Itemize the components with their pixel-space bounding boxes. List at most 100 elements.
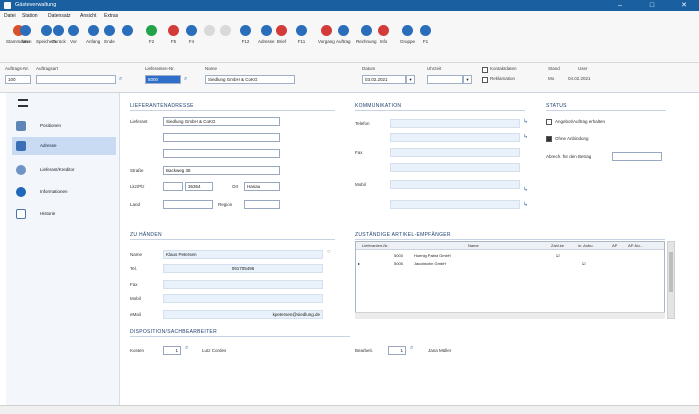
menu-datei[interactable]: Datei [4,13,16,19]
abrech-input[interactable] [612,152,662,161]
kommunikation-heading: KOMMUNIKATION [355,103,525,111]
toolbar-button[interactable]: F2 [146,25,157,53]
toolbar-button[interactable]: Anfang [86,25,100,53]
phone-icon[interactable]: ↳ [523,201,528,208]
search-icon[interactable]: ⌕ [410,345,413,352]
cell-zahl-check-icon[interactable]: ☑ [556,253,560,258]
phone-icon[interactable]: ↳ [523,118,528,125]
status-heading: STATUS [546,103,666,111]
toolbar-button[interactable] [220,25,231,53]
scroll-thumb[interactable] [669,252,673,292]
sidebar-item-adresse[interactable]: Adresse [12,137,116,155]
toolbar-button[interactable]: Vor [68,25,79,53]
sidebar-item-label: Positionen [40,123,62,128]
maximize-button[interactable]: □ [645,1,659,10]
phone-icon[interactable]: ↳ [523,186,528,193]
menu-datensatz[interactable]: Datensatz [48,13,71,19]
address-line2-input[interactable] [163,133,280,142]
toolbar-button[interactable]: Zurück [52,25,66,53]
toolbar-button[interactable]: F11 [296,25,307,53]
telefon-input[interactable] [390,119,520,128]
menu-station[interactable]: Station [22,13,38,19]
toolbar-button[interactable]: Rechnung [356,25,377,53]
search-icon[interactable]: ⌕ [185,345,188,352]
telefon2-input[interactable] [390,133,520,142]
sidebar-item-positionen[interactable]: Positionen [12,117,116,135]
toolbar-button[interactable]: Neu [20,25,31,53]
zh-tel-input[interactable]: 091705496 [163,264,323,273]
toolbar-button[interactable]: F5 [168,25,179,53]
toolbar-button[interactable]: Gruppe [400,25,415,53]
search-icon[interactable]: ⌕ [119,76,122,83]
uhrzeit-input[interactable] [427,75,463,84]
bearb-input[interactable]: 1 [388,346,406,355]
mobil2-input[interactable] [390,200,520,209]
col-zahl[interactable]: Zahl.ke [551,243,564,248]
ohne-anbindung-checkbox[interactable] [546,136,552,142]
kontakt-checkbox[interactable] [482,67,488,73]
horizontal-scrollbar[interactable] [355,312,665,319]
toolbar-button[interactable]: F4 [186,25,197,53]
lieferant-input[interactable]: Siedlung GmbH & CoKG [163,117,280,126]
toolbar-button[interactable]: Auftrag [336,25,351,53]
search-icon[interactable]: ⌕ [184,76,187,83]
phone-icon[interactable]: ↳ [523,133,528,140]
reklamation-checkbox[interactable] [482,77,488,83]
zh-tel-label: Tel. [130,266,138,271]
toolbar-button[interactable]: F1 [420,25,431,53]
toolbar-button[interactable] [204,25,215,53]
cell-nr: 5005 [394,261,403,266]
zh-email-input[interactable]: kpetersen@siedlung.de [163,310,323,319]
toolbar-button[interactable]: Info [378,25,389,53]
plz-input[interactable]: 36364 [185,182,213,191]
col-ap-nu[interactable]: AP-Nu... [628,243,643,248]
table-header: Lieferanten-Nr. Name Zahl.ke in. Anbu. A… [356,242,664,250]
col-anbu[interactable]: in. Anbu. [578,243,594,248]
hamburger-menu-icon[interactable] [18,99,28,107]
menu-ansicht[interactable]: Ansicht [80,13,96,19]
lieferanten-input[interactable]: 5000 [145,75,181,84]
toolbar-button[interactable]: Adresse [258,25,275,53]
vertical-scrollbar[interactable] [667,241,675,319]
search-icon[interactable]: ○ [327,249,331,255]
zh-mobil-input[interactable] [163,294,323,303]
toolbar-button[interactable]: F12 [240,25,251,53]
kosten-input[interactable]: 1 [163,346,181,355]
land-input[interactable] [163,200,213,209]
datum-input[interactable]: 03.02.2021 [362,75,406,84]
fax-input[interactable] [390,148,520,157]
sidebar-item-historie[interactable]: Historie [12,205,116,223]
fax2-input[interactable] [390,163,520,172]
zh-fax-input[interactable] [163,280,323,289]
uhrzeit-label: Uhrzeit [427,66,442,71]
region-input[interactable] [244,200,280,209]
col-name[interactable]: Name [468,243,479,248]
sidebar-item-informationen[interactable]: Informationen [12,183,116,201]
toolbar-button[interactable]: Ende [104,25,115,53]
table-row[interactable]: 5003 Hoenig Pabst GmbH ☑ [356,252,664,259]
toolbar-button[interactable]: Vorgang [318,25,335,53]
col-ap[interactable]: AP [612,243,617,248]
close-button[interactable]: ✕ [677,1,691,10]
address-line3-input[interactable] [163,149,280,158]
strasse-input[interactable]: Backweg 38 [163,166,280,175]
table-row[interactable]: ▸ 5005 Jacobsohn GmbH ☑ [356,260,664,267]
auftrag-input[interactable]: 100 [5,75,31,84]
datum-dropdown-icon[interactable]: ▾ [406,75,415,84]
zh-name-input[interactable]: Klaus Petersen [163,250,323,259]
uhrzeit-dropdown-icon[interactable]: ▾ [463,75,472,84]
ort-input[interactable]: Hanau [244,182,280,191]
angebot-checkbox[interactable] [546,119,552,125]
toolbar-button[interactable] [122,25,133,53]
auftragsart-input[interactable] [36,75,116,84]
col-lieferanten-nr[interactable]: Lieferanten-Nr. [362,243,388,248]
mobil-input[interactable] [390,180,520,189]
toolbar-icon [146,25,157,36]
toolbar-button[interactable]: Brief [276,25,287,53]
lkz-input[interactable] [163,182,183,191]
sidebar-item-lieferant[interactable]: Lieferant/Kreditor [12,161,116,179]
minimize-button[interactable]: – [613,1,627,10]
name-input[interactable]: Siedlung GmbH & CoKG [205,75,295,84]
menu-extras[interactable]: Extras [104,13,118,19]
cell-anbu-check-icon[interactable]: ☑ [582,261,586,266]
